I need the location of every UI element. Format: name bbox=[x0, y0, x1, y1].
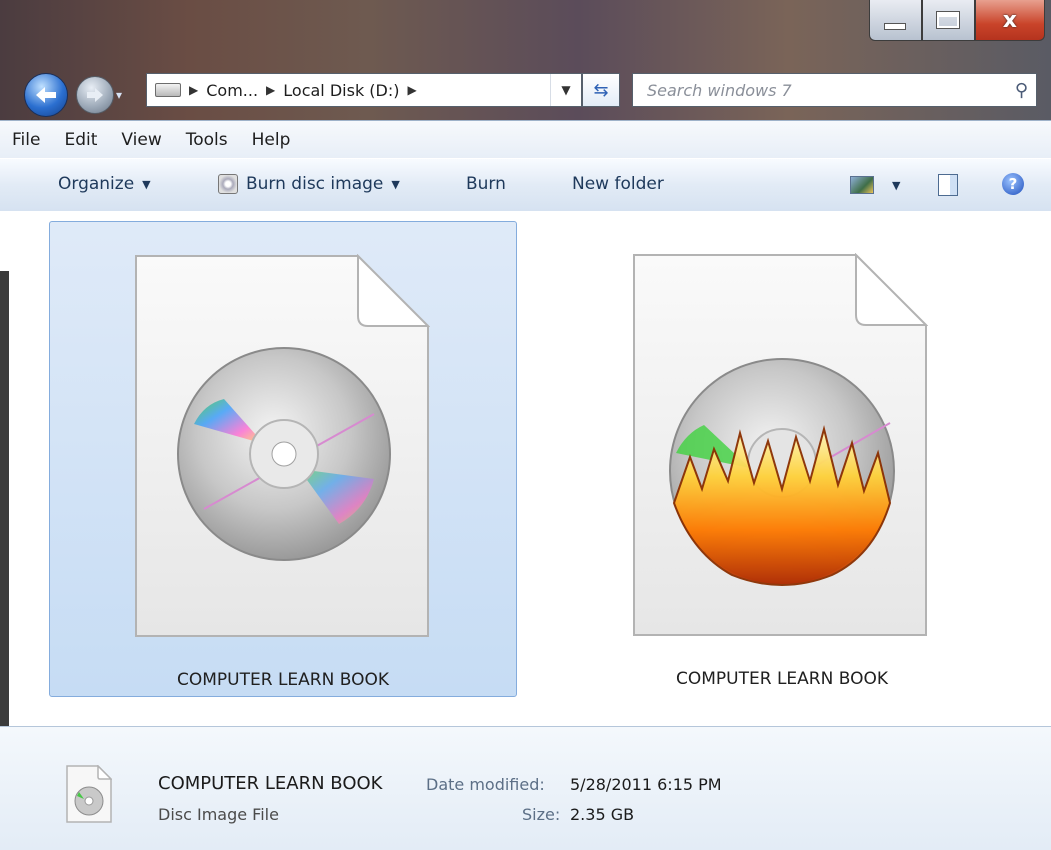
change-view-button[interactable]: ▼ bbox=[850, 176, 900, 194]
file-name-label: COMPUTER LEARN BOOK bbox=[176, 670, 389, 690]
burn-disc-image-label: Burn disc image bbox=[246, 174, 384, 194]
burning-disc-file-icon bbox=[633, 253, 928, 636]
help-button[interactable]: ? bbox=[1002, 173, 1024, 195]
organize-label: Organize bbox=[58, 174, 135, 194]
disc-image-file-icon bbox=[135, 254, 430, 637]
minimize-button[interactable] bbox=[869, 0, 922, 41]
chevron-right-icon[interactable]: ▶ bbox=[407, 83, 416, 97]
refresh-icon: ⇆ bbox=[593, 79, 609, 101]
refresh-button[interactable]: ⇆ bbox=[582, 73, 620, 107]
disc-image-file-icon bbox=[66, 765, 112, 823]
burn-label: Burn bbox=[466, 174, 506, 194]
detail-size-value: 2.35 GB bbox=[570, 805, 635, 824]
close-button[interactable]: x bbox=[974, 0, 1045, 41]
chevron-down-icon: ▼ bbox=[892, 178, 901, 192]
burn-disc-icon bbox=[218, 174, 238, 194]
address-dropdown-button[interactable]: ▼ bbox=[550, 74, 581, 106]
detail-date-value: 5/28/2011 6:15 PM bbox=[570, 775, 722, 794]
maximize-button[interactable] bbox=[921, 0, 975, 41]
chevron-right-icon[interactable]: ▶ bbox=[266, 83, 275, 97]
breadcrumb-computer[interactable]: Com... bbox=[206, 81, 258, 100]
detail-file-type: Disc Image File bbox=[158, 805, 279, 824]
preview-pane-icon bbox=[938, 174, 958, 196]
search-icon[interactable]: ⚲ bbox=[1015, 80, 1028, 101]
menu-view[interactable]: View bbox=[109, 130, 173, 150]
file-view: COMPUTER LEARN BOOK COMPUTER LEARN BOOK bbox=[0, 211, 1051, 726]
details-pane: COMPUTER LEARN BOOK Disc Image File Date… bbox=[0, 726, 1051, 850]
recent-pages-dropdown[interactable]: ▾ bbox=[116, 88, 122, 102]
explorer-window: x ▾ ▶ Com... ▶ Local Disk (D:) ▶ ▼ ⇆ Sea… bbox=[0, 0, 1051, 850]
minimize-icon bbox=[884, 22, 907, 30]
drive-icon bbox=[155, 83, 181, 97]
search-placeholder: Search windows 7 bbox=[647, 80, 792, 100]
help-icon: ? bbox=[1002, 173, 1024, 195]
caption-buttons: x bbox=[869, 0, 1045, 42]
organize-button[interactable]: Organize ▼ bbox=[58, 174, 151, 194]
detail-date-label: Date modified: bbox=[426, 775, 545, 794]
file-item-disc-image-burn[interactable]: COMPUTER LEARN BOOK bbox=[548, 221, 1016, 697]
menu-file[interactable]: File bbox=[0, 130, 52, 150]
menu-edit[interactable]: Edit bbox=[52, 130, 109, 150]
detail-file-name: COMPUTER LEARN BOOK bbox=[158, 773, 383, 794]
forward-arrow-icon bbox=[87, 88, 103, 102]
search-input[interactable]: Search windows 7 ⚲ bbox=[632, 73, 1037, 107]
title-bar: x ▾ ▶ Com... ▶ Local Disk (D:) ▶ ▼ ⇆ Sea… bbox=[0, 0, 1051, 118]
file-item-disc-image[interactable]: COMPUTER LEARN BOOK bbox=[49, 221, 517, 697]
burn-disc-image-button[interactable]: Burn disc image ▼ bbox=[218, 174, 400, 194]
command-bar: Organize ▼ Burn disc image ▼ Burn New fo… bbox=[0, 158, 1051, 212]
burn-button[interactable]: Burn bbox=[466, 174, 506, 194]
file-name-label: COMPUTER LEARN BOOK bbox=[675, 669, 888, 689]
chevron-down-icon: ▼ bbox=[142, 177, 151, 191]
forward-button[interactable] bbox=[76, 76, 114, 114]
menu-help[interactable]: Help bbox=[240, 130, 303, 150]
maximize-icon bbox=[936, 11, 961, 29]
breadcrumb-local-disk[interactable]: Local Disk (D:) bbox=[283, 81, 399, 100]
chevron-down-icon: ▼ bbox=[391, 177, 400, 191]
new-folder-label: New folder bbox=[572, 174, 664, 194]
views-icon bbox=[850, 176, 874, 194]
menu-bar: File Edit View Tools Help bbox=[0, 120, 1051, 159]
new-folder-button[interactable]: New folder bbox=[572, 174, 664, 194]
back-arrow-icon bbox=[36, 87, 56, 103]
address-bar[interactable]: ▶ Com... ▶ Local Disk (D:) ▶ ▼ bbox=[146, 73, 582, 107]
back-button[interactable] bbox=[24, 73, 68, 117]
window-edge bbox=[0, 271, 9, 726]
preview-pane-button[interactable] bbox=[938, 174, 958, 196]
close-icon: x bbox=[1002, 7, 1017, 33]
menu-tools[interactable]: Tools bbox=[174, 130, 240, 150]
detail-size-label: Size: bbox=[522, 805, 561, 824]
chevron-right-icon[interactable]: ▶ bbox=[189, 83, 198, 97]
